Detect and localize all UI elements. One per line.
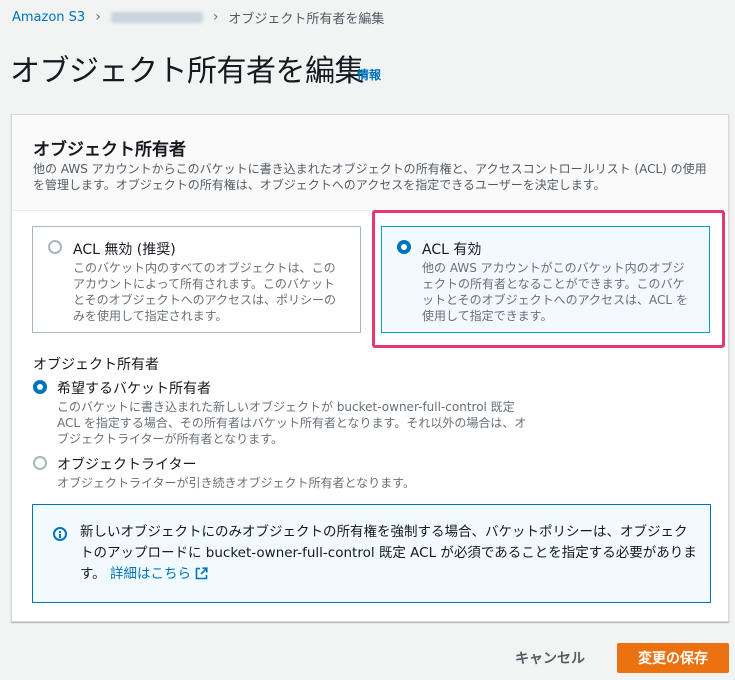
object-writer-label: オブジェクトライター	[57, 457, 197, 473]
alert-text: 新しいオブジェクトにのみオブジェクトの所有権を強制する場合、バケットポリシーは、…	[80, 522, 700, 585]
learn-more-link[interactable]: 詳細はこちら	[110, 566, 208, 582]
cancel-button[interactable]: キャンセル	[500, 643, 600, 673]
acl-enabled-radio[interactable]	[397, 240, 411, 254]
acl-enabled-tile[interactable]: ACL 有効 他の AWS アカウントがこのバケット内のオブジェクトの所有者とな…	[381, 226, 710, 333]
breadcrumb-bucket-redacted[interactable]	[110, 11, 203, 23]
acl-disabled-radio[interactable]	[48, 240, 62, 254]
acl-disabled-description: このバケット内のすべてのオブジェクトは、このアカウントによって所有されます。この…	[73, 261, 337, 323]
page-title: オブジェクト所有者を編集	[10, 54, 365, 89]
object-writer-description: オブジェクトライターが引き続きオブジェクト所有者となります。	[57, 476, 415, 490]
object-owner-label: オブジェクト所有者	[33, 357, 159, 373]
chevron-right-icon: ›	[95, 9, 101, 25]
breadcrumb-current: オブジェクト所有者を編集	[228, 11, 385, 27]
object-ownership-panel: オブジェクト所有者 他の AWS アカウントからこのバケットに書き込まれたオブジ…	[11, 114, 729, 622]
acl-disabled-label: ACL 無効 (推奨)	[73, 242, 176, 258]
panel-header: オブジェクト所有者 他の AWS アカウントからこのバケットに書き込まれたオブジ…	[12, 115, 728, 211]
info-link[interactable]: 情報	[357, 66, 381, 83]
learn-more-label: 詳細はこちら	[109, 566, 191, 582]
section-title: オブジェクト所有者	[33, 140, 186, 160]
info-alert: 新しいオブジェクトにのみオブジェクトの所有権を強制する場合、バケットポリシーは、…	[32, 504, 711, 603]
bucket-owner-preferred-label: 希望するバケット所有者	[57, 381, 211, 397]
acl-disabled-tile[interactable]: ACL 無効 (推奨) このバケット内のすべてのオブジェクトは、このアカウントに…	[32, 226, 361, 333]
section-description: 他の AWS アカウントからこのバケットに書き込まれたオブジェクトの所有権と、ア…	[33, 162, 707, 192]
chevron-right-icon: ›	[212, 9, 219, 25]
object-writer-radio[interactable]	[33, 456, 47, 470]
info-icon	[53, 527, 67, 541]
external-link-icon	[195, 567, 208, 580]
bucket-owner-preferred-description: このバケットに書き込まれた新しいオブジェクトが bucket-owner-ful…	[57, 400, 527, 446]
acl-enabled-label: ACL 有効	[422, 242, 482, 258]
breadcrumb-amazon-s3[interactable]: Amazon S3	[12, 10, 85, 25]
breadcrumb: Amazon S3 › › オブジェクト所有者を編集	[12, 7, 384, 27]
acl-enabled-description: 他の AWS アカウントがこのバケット内のオブジェクトの所有者となることができま…	[422, 261, 688, 323]
save-changes-button[interactable]: 変更の保存	[617, 643, 729, 673]
bucket-owner-preferred-radio[interactable]	[33, 380, 47, 394]
